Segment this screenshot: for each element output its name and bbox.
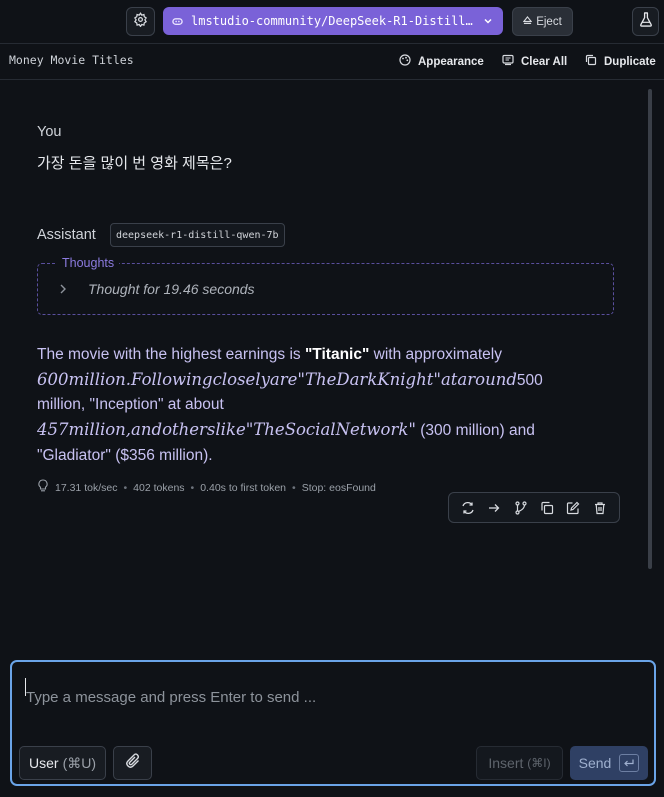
model-selector-label: lmstudio-community/DeepSeek-R1-Distill-Q… (191, 14, 476, 28)
send-button[interactable]: Send (570, 746, 648, 780)
insert-shortcut: (⌘I) (527, 756, 551, 770)
chat-scrollbar[interactable] (648, 89, 652, 569)
message-input[interactable] (24, 676, 638, 718)
stat-first-token: 0.40s to first token (200, 481, 287, 494)
message-actions (448, 492, 620, 523)
answer-text-1: The movie with the highest earnings is (37, 346, 305, 363)
thoughts-label: Thoughts (57, 256, 120, 270)
insert-button[interactable]: Insert (⌘I) (476, 746, 563, 780)
continue-icon[interactable] (484, 498, 504, 518)
top-bar: lmstudio-community/DeepSeek-R1-Distill-Q… (0, 0, 664, 44)
thought-summary: Thought for 19.46 seconds (88, 281, 255, 297)
palette-icon (399, 54, 411, 69)
assistant-role-label: Assistant (37, 227, 96, 243)
flask-icon (639, 11, 653, 32)
clear-chat-icon (502, 54, 514, 69)
enter-key-icon (619, 754, 640, 772)
clear-all-button[interactable]: Clear All (502, 54, 567, 69)
assistant-answer: The movie with the highest earnings is "… (37, 343, 612, 469)
answer-text-4: million, "Inception" at about (37, 396, 224, 414)
regenerate-icon[interactable] (458, 498, 478, 518)
duplicate-button[interactable]: Duplicate (585, 54, 656, 69)
text-caret (25, 678, 26, 696)
answer-math-1: 600million.Followingcloselyare"TheDarkKn… (37, 369, 517, 389)
role-label: User (29, 755, 59, 771)
stat-speed: 17.31 tok/sec (55, 481, 118, 494)
experiments-button[interactable] (632, 7, 659, 36)
stat-stop-reason: Stop: eosFound (301, 481, 376, 494)
stat-separator: • (292, 481, 296, 494)
answer-bold-titanic: "Titanic" (304, 346, 370, 363)
delete-icon[interactable] (590, 498, 610, 518)
copy-icon[interactable] (537, 498, 557, 518)
stat-separator: • (123, 481, 128, 494)
gear-icon (133, 11, 148, 32)
message-composer: User (⌘U) Insert (⌘I) Send (10, 660, 656, 786)
paperclip-icon (124, 752, 142, 775)
generation-stats: 17.31 tok/sec • 402 tokens • 0.40s to fi… (37, 479, 376, 496)
insert-label: Insert (488, 755, 524, 771)
model-selector[interactable]: lmstudio-community/DeepSeek-R1-Distill-Q… (163, 7, 503, 35)
answer-math-2: 457million,andotherslike"TheSocialNetwor… (37, 420, 416, 440)
appearance-button[interactable]: Appearance (399, 54, 484, 69)
answer-text-6: "Gladiator" ($356 million). (37, 446, 213, 464)
duplicate-label: Duplicate (604, 55, 656, 68)
answer-text-3: 500 (516, 371, 543, 389)
eject-icon (522, 15, 533, 28)
role-shortcut: (⌘U) (62, 754, 96, 771)
user-role-label: You (37, 124, 62, 140)
attach-file-button[interactable] (113, 746, 152, 780)
clear-all-label: Clear All (521, 55, 568, 68)
model-icon (172, 16, 183, 27)
user-message-text: 가장 돈을 많이 번 영화 제목은? (37, 155, 232, 172)
chevron-down-icon (483, 15, 493, 29)
duplicate-icon (585, 54, 597, 69)
assistant-model-tag: deepseek-r1-distill-qwen-7b (110, 223, 285, 247)
settings-button[interactable] (126, 7, 155, 36)
answer-text-5: (300 million) and (415, 422, 535, 440)
appearance-label: Appearance (418, 55, 484, 68)
edit-icon[interactable] (563, 498, 583, 518)
answer-text-2: with approximately (369, 346, 502, 363)
stat-separator: • (190, 481, 195, 494)
chat-header: Money Movie Titles Appearance Clear All … (0, 44, 664, 80)
branch-icon[interactable] (511, 498, 531, 518)
chevron-right-icon[interactable] (58, 282, 68, 301)
role-toggle-button[interactable]: User (⌘U) (19, 746, 106, 780)
lightbulb-icon[interactable] (37, 479, 49, 496)
chat-title[interactable]: Money Movie Titles (9, 53, 134, 67)
stat-tokens: 402 tokens (133, 481, 185, 494)
eject-label: Eject (536, 15, 562, 28)
eject-button[interactable]: Eject (512, 7, 573, 36)
send-label: Send (578, 755, 612, 771)
